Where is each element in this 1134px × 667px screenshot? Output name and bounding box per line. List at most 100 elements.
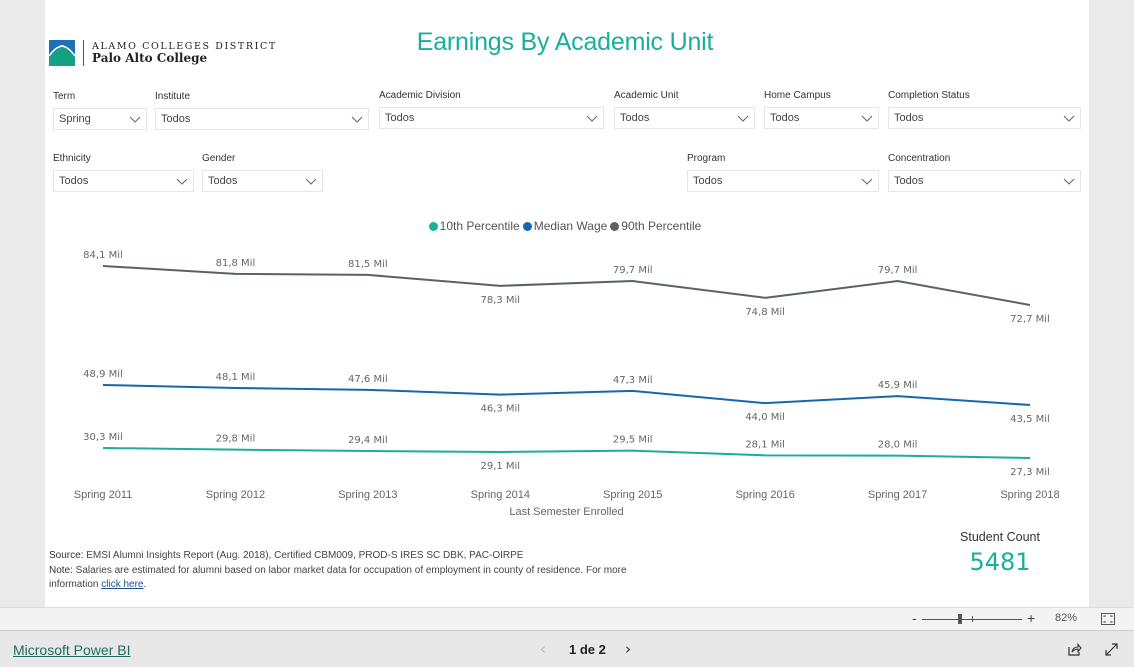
data-label: 79,7 Mil (878, 265, 918, 276)
data-label: 30,3 Mil (83, 432, 123, 443)
data-label: 84,1 Mil (83, 250, 123, 261)
legend-label: 10th Percentile (439, 219, 520, 233)
data-label: 78,3 Mil (480, 295, 520, 306)
home-campus-dropdown[interactable]: Todos (764, 107, 879, 129)
slicer-value: Todos (208, 175, 238, 187)
chevron-down-icon (176, 178, 188, 185)
data-label: 48,9 Mil (83, 369, 123, 380)
zoom-percent: 82% (1055, 612, 1078, 624)
x-tick-label: Spring 2012 (206, 489, 265, 501)
card-label: Student Count (960, 530, 1040, 544)
student-count-card: Student Count 5481 (945, 530, 1055, 576)
slicer-value: Todos (385, 112, 415, 124)
college-emblem-icon (49, 40, 75, 66)
institute-dropdown[interactable]: Todos (155, 108, 369, 130)
data-label: 29,8 Mil (216, 434, 256, 445)
data-label: 81,8 Mil (216, 258, 256, 269)
slicer-label: Institute (155, 91, 191, 102)
chevron-down-icon (586, 115, 598, 122)
next-page-button[interactable]: › (625, 640, 631, 658)
x-tick-label: Spring 2013 (338, 489, 397, 501)
chevron-down-icon (737, 115, 749, 122)
slicer-label: Concentration (888, 153, 951, 164)
slicer-label: Gender (202, 153, 236, 164)
fit-to-page-icon[interactable] (1101, 613, 1115, 625)
legend-dot-icon (522, 221, 532, 231)
share-icon[interactable] (1067, 642, 1082, 657)
slicer-term: Term Spring (53, 90, 147, 130)
fullscreen-icon[interactable] (1104, 642, 1119, 657)
slicer-institute: Institute Todos (155, 90, 369, 130)
program-dropdown[interactable]: Todos (687, 170, 879, 192)
slicer-label: Completion Status (888, 90, 970, 101)
report-canvas: ALAMO COLLEGES DISTRICT Palo Alto Colleg… (45, 0, 1089, 607)
slicer-value: Spring (59, 113, 91, 125)
slicer-value: Todos (770, 112, 800, 124)
powerbi-link[interactable]: Microsoft Power BI (13, 642, 130, 658)
legend-label: 90th Percentile (621, 219, 702, 233)
slicer-academic-division: Academic Division Todos (379, 89, 604, 129)
legend-dot-icon (428, 221, 438, 231)
slicer-concentration: Concentration Todos (888, 152, 1081, 192)
chevron-down-icon (861, 178, 873, 185)
college-name: Palo Alto College (92, 51, 208, 65)
data-label: 43,5 Mil (1010, 414, 1050, 425)
slicer-completion-status: Completion Status Todos (888, 89, 1081, 129)
zoom-in-button[interactable]: + (1027, 610, 1035, 626)
legend-item-90th-percentile[interactable]: 90th Percentile (610, 219, 701, 233)
data-label: 79,7 Mil (613, 265, 653, 276)
legend-item-10th-percentile[interactable]: 10th Percentile (428, 219, 520, 233)
source-notes: Source: EMSI Alumni Insights Report (Aug… (49, 548, 659, 592)
zoom-bar: - + 82% (0, 607, 1134, 631)
x-tick-label: Spring 2011 (74, 489, 133, 501)
powerbi-footer: Microsoft Power BI ‹ 1 de 2 › (0, 631, 1134, 667)
zoom-slider-thumb[interactable] (958, 614, 962, 624)
source-line: Source: EMSI Alumni Insights Report (Aug… (49, 548, 659, 564)
page-title: Earnings By Academic Unit (416, 28, 714, 56)
term-dropdown[interactable]: Spring (53, 108, 147, 130)
data-label: 48,1 Mil (216, 372, 256, 383)
slicer-value: Todos (59, 175, 89, 187)
chart-legend: 10th Percentile Median Wage 90th Percent… (425, 219, 705, 233)
slicer-value: Todos (161, 113, 191, 125)
chevron-down-icon (129, 116, 141, 123)
note-end: . (143, 579, 147, 590)
earnings-line-chart: 30,3 Mil 29,8 Mil 29,4 Mil 29,1 Mil 29,5 Mil… (74, 250, 1060, 518)
chevron-down-icon (861, 115, 873, 122)
slicer-ethnicity: Ethnicity Todos (53, 152, 194, 192)
data-label: 44,0 Mil (745, 412, 785, 423)
chevron-down-icon (305, 178, 317, 185)
chevron-down-icon (1063, 115, 1075, 122)
previous-page-button[interactable]: ‹ (540, 640, 546, 658)
slicer-label: Home Campus (764, 90, 831, 101)
source-text: EMSI Alumni Insights Report (Aug. 2018),… (83, 550, 524, 561)
slicer-gender: Gender Todos (202, 152, 323, 192)
data-label: 74,8 Mil (745, 307, 785, 318)
x-axis-title: Last Semester Enrolled (509, 506, 623, 518)
data-label: 72,7 Mil (1010, 314, 1050, 325)
data-label: 81,5 Mil (348, 259, 388, 270)
data-label: 46,3 Mil (480, 404, 520, 415)
gender-dropdown[interactable]: Todos (202, 170, 323, 192)
academic-division-dropdown[interactable]: Todos (379, 107, 604, 129)
legend-dot-icon (610, 221, 620, 231)
legend-item-median-wage[interactable]: Median Wage (522, 219, 608, 233)
academic-unit-dropdown[interactable]: Todos (614, 107, 755, 129)
zoom-slider-midmark (972, 616, 973, 622)
chevron-down-icon (351, 116, 363, 123)
data-label: 29,1 Mil (480, 461, 520, 472)
data-label: 28,1 Mil (745, 439, 785, 450)
data-label: 29,4 Mil (348, 435, 388, 446)
x-tick-label: Spring 2014 (471, 489, 530, 501)
data-label: 28,0 Mil (878, 440, 918, 451)
legend-label: Median Wage (533, 219, 608, 233)
slicer-home-campus: Home Campus Todos (764, 89, 879, 129)
data-label: 29,5 Mil (613, 435, 653, 446)
completion-status-dropdown[interactable]: Todos (888, 107, 1081, 129)
card-value: 5481 (969, 548, 1031, 576)
concentration-dropdown[interactable]: Todos (888, 170, 1081, 192)
ethnicity-dropdown[interactable]: Todos (53, 170, 194, 192)
zoom-out-button[interactable]: - (912, 610, 917, 626)
slicer-label: Term (53, 91, 76, 102)
click-here-link[interactable]: click here (101, 579, 143, 590)
